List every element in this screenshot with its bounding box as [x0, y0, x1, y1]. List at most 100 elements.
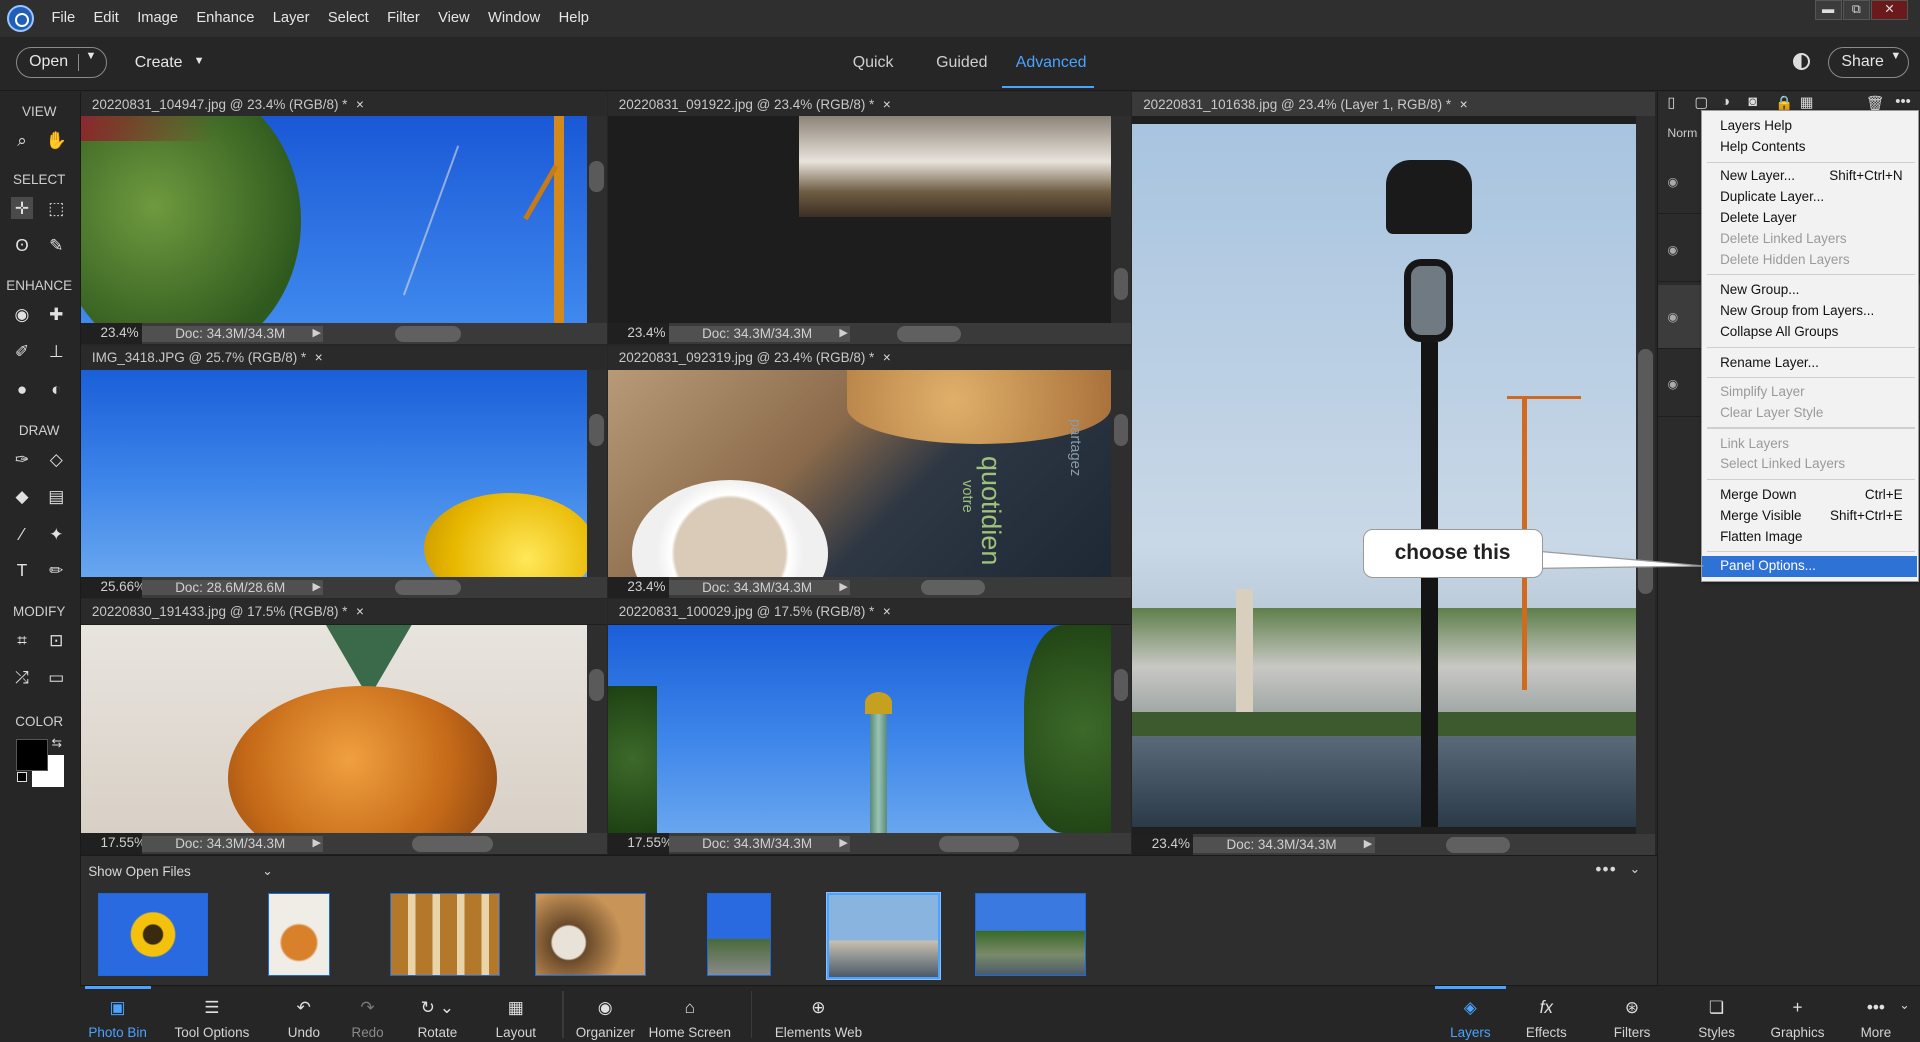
- adjustment-layer-icon[interactable]: ◑: [1721, 94, 1730, 110]
- document-tab[interactable]: 20220831_100029.jpg @ 17.5% (RGB/8) * ×: [607, 599, 1131, 624]
- close-tab-icon[interactable]: ×: [356, 97, 364, 112]
- close-tab-icon[interactable]: ×: [315, 350, 323, 365]
- vertical-scrollbar[interactable]: [586, 370, 607, 578]
- hand-tool-icon[interactable]: ✋: [45, 130, 67, 152]
- document-tab-active[interactable]: 20220831_101638.jpg @ 23.4% (Layer 1, RG…: [1132, 91, 1656, 117]
- menu-layer[interactable]: Layer: [273, 10, 310, 26]
- clone-stamp-tool-icon[interactable]: ⊥: [45, 341, 67, 363]
- zoom-level[interactable]: 23.4%: [607, 323, 669, 345]
- visibility-eye-icon[interactable]: ◉: [1667, 243, 1678, 257]
- status-menu-icon[interactable]: ▶: [839, 580, 847, 593]
- undo-button[interactable]: ↶ Undo: [281, 986, 328, 1041]
- document-window[interactable]: IMG_3418.JPG @ 25.7% (RGB/8) * × 25.66% D…: [80, 345, 607, 598]
- menu-filter[interactable]: Filter: [387, 10, 420, 26]
- close-tab-icon[interactable]: ×: [356, 604, 364, 619]
- lock-transparency-icon[interactable]: ▦: [1800, 94, 1814, 111]
- organizer-button[interactable]: ◉ Organizer: [572, 986, 638, 1041]
- document-image[interactable]: [80, 370, 587, 578]
- marquee-tool-icon[interactable]: ⬚: [45, 197, 67, 219]
- document-window[interactable]: 20220831_092319.jpg @ 23.4% (RGB/8) * × q…: [607, 345, 1131, 598]
- open-dropdown-icon[interactable]: ▼: [86, 50, 97, 62]
- close-tab-icon[interactable]: ×: [1460, 97, 1468, 112]
- mode-quick[interactable]: Quick: [853, 54, 894, 72]
- status-menu-icon[interactable]: ▶: [839, 836, 847, 849]
- straighten-tool-icon[interactable]: ▭: [45, 667, 67, 689]
- menu-file[interactable]: File: [51, 10, 75, 26]
- photo-bin-button[interactable]: ▣ Photo Bin: [85, 986, 151, 1041]
- horizontal-scroll-knob[interactable]: [411, 835, 493, 852]
- zoom-level[interactable]: 23.4%: [80, 323, 143, 345]
- elements-web-button[interactable]: ⊕ Elements Web: [774, 986, 862, 1041]
- blur-tool-icon[interactable]: ●: [11, 379, 33, 401]
- zoom-level[interactable]: 25.66%: [80, 577, 146, 598]
- document-window-active[interactable]: 20220831_101638.jpg @ 23.4% (Layer 1, RG…: [1132, 91, 1656, 856]
- move-tool-icon[interactable]: ✛: [11, 197, 34, 220]
- menu-item-new-layer[interactable]: New Layer... Shift+Ctrl+N: [1702, 166, 1918, 187]
- status-menu-icon[interactable]: ▶: [312, 580, 320, 593]
- scroll-knob[interactable]: [1113, 268, 1129, 301]
- panel-menu-icon[interactable]: •••: [1895, 94, 1910, 110]
- pencil-tool-icon[interactable]: ✏: [45, 560, 67, 582]
- document-window[interactable]: 20220831_104947.jpg @ 23.4% (RGB/8) * × 2…: [80, 91, 607, 345]
- document-tab[interactable]: 20220831_091922.jpg @ 23.4% (RGB/8) * ×: [607, 91, 1131, 117]
- document-tab[interactable]: 20220831_092319.jpg @ 23.4% (RGB/8) * ×: [607, 345, 1131, 371]
- menu-item-collapse-all-groups[interactable]: Collapse All Groups: [1702, 322, 1918, 343]
- close-window-icon[interactable]: ✕: [1871, 0, 1908, 20]
- rotate-button[interactable]: ↻ ⌄ Rotate: [412, 986, 463, 1041]
- vertical-scrollbar[interactable]: [1111, 116, 1131, 324]
- menu-select[interactable]: Select: [328, 10, 369, 26]
- document-image[interactable]: [607, 624, 1112, 834]
- menu-item-merge-visible[interactable]: Merge Visible Shift+Ctrl+E: [1702, 506, 1918, 527]
- menu-item-merge-down[interactable]: Merge Down Ctrl+E: [1702, 485, 1918, 506]
- zoom-level[interactable]: 17.55%: [607, 833, 673, 855]
- layer-mask-icon[interactable]: ◙: [1748, 94, 1757, 110]
- scroll-knob[interactable]: [1113, 414, 1129, 446]
- document-image[interactable]: [80, 624, 587, 834]
- menu-window[interactable]: Window: [488, 10, 540, 26]
- menu-item-new-group-from-layers[interactable]: New Group from Layers...: [1702, 301, 1918, 322]
- chevron-down-icon[interactable]: ⌄: [1899, 998, 1909, 1012]
- red-eye-tool-icon[interactable]: ◉: [11, 304, 33, 326]
- default-colors-icon[interactable]: [17, 771, 27, 782]
- zoom-level[interactable]: 17.55%: [80, 833, 146, 855]
- recompose-tool-icon[interactable]: ⊡: [45, 630, 67, 652]
- document-window[interactable]: 20220831_091922.jpg @ 23.4% (RGB/8) * × 2…: [607, 91, 1131, 345]
- graphics-button[interactable]: + Graphics: [1764, 986, 1830, 1041]
- zoom-tool-icon[interactable]: ⌕: [11, 130, 33, 152]
- create-button[interactable]: Create: [135, 54, 183, 72]
- swap-colors-icon[interactable]: ⇆: [51, 736, 61, 750]
- lasso-tool-icon[interactable]: ʘ: [11, 234, 33, 256]
- document-window[interactable]: 20220830_191433.jpg @ 17.5% (RGB/8) * × 1…: [80, 599, 607, 856]
- open-button[interactable]: Open ▼: [15, 46, 107, 79]
- thumbnail-coffee-table[interactable]: [535, 893, 646, 977]
- menu-enhance[interactable]: Enhance: [196, 10, 254, 26]
- menu-edit[interactable]: Edit: [94, 10, 119, 26]
- vertical-scrollbar[interactable]: [1111, 624, 1131, 834]
- visibility-eye-icon[interactable]: ◉: [1667, 310, 1678, 324]
- document-image[interactable]: [80, 116, 587, 324]
- menu-view[interactable]: View: [438, 10, 470, 26]
- horizontal-scroll-knob[interactable]: [394, 579, 461, 596]
- menu-item-layers-help[interactable]: Layers Help: [1702, 116, 1918, 137]
- visibility-eye-icon[interactable]: ◉: [1667, 175, 1678, 189]
- status-menu-icon[interactable]: ▶: [312, 836, 320, 849]
- vertical-scrollbar[interactable]: [1635, 116, 1656, 835]
- eraser-tool-icon[interactable]: ◇: [45, 448, 67, 470]
- styles-button[interactable]: ❏ Styles: [1691, 986, 1742, 1041]
- foreground-color-swatch[interactable]: [15, 738, 48, 771]
- thumbnail-city-river[interactable]: [975, 893, 1086, 977]
- status-menu-icon[interactable]: ▶: [1364, 837, 1372, 850]
- quick-selection-tool-icon[interactable]: ✎: [45, 234, 67, 256]
- redo-button[interactable]: ↷ Redo: [344, 986, 391, 1041]
- home-screen-button[interactable]: ⌂ Home Screen: [647, 986, 733, 1041]
- menu-item-delete-layer[interactable]: Delete Layer: [1702, 208, 1918, 229]
- horizontal-scroll-knob[interactable]: [896, 325, 961, 342]
- document-tab[interactable]: 20220830_191433.jpg @ 17.5% (RGB/8) * ×: [80, 599, 607, 624]
- document-image[interactable]: [607, 116, 1112, 324]
- layout-button[interactable]: ▦ Layout: [490, 986, 541, 1041]
- thumbnail-column-street[interactable]: [706, 893, 771, 977]
- mode-advanced[interactable]: Advanced: [1016, 54, 1087, 72]
- tool-options-button[interactable]: ☰ Tool Options: [172, 986, 253, 1041]
- thumbnail-lamp-post-selected[interactable]: [826, 892, 941, 980]
- document-tab[interactable]: 20220831_104947.jpg @ 23.4% (RGB/8) * ×: [80, 91, 607, 117]
